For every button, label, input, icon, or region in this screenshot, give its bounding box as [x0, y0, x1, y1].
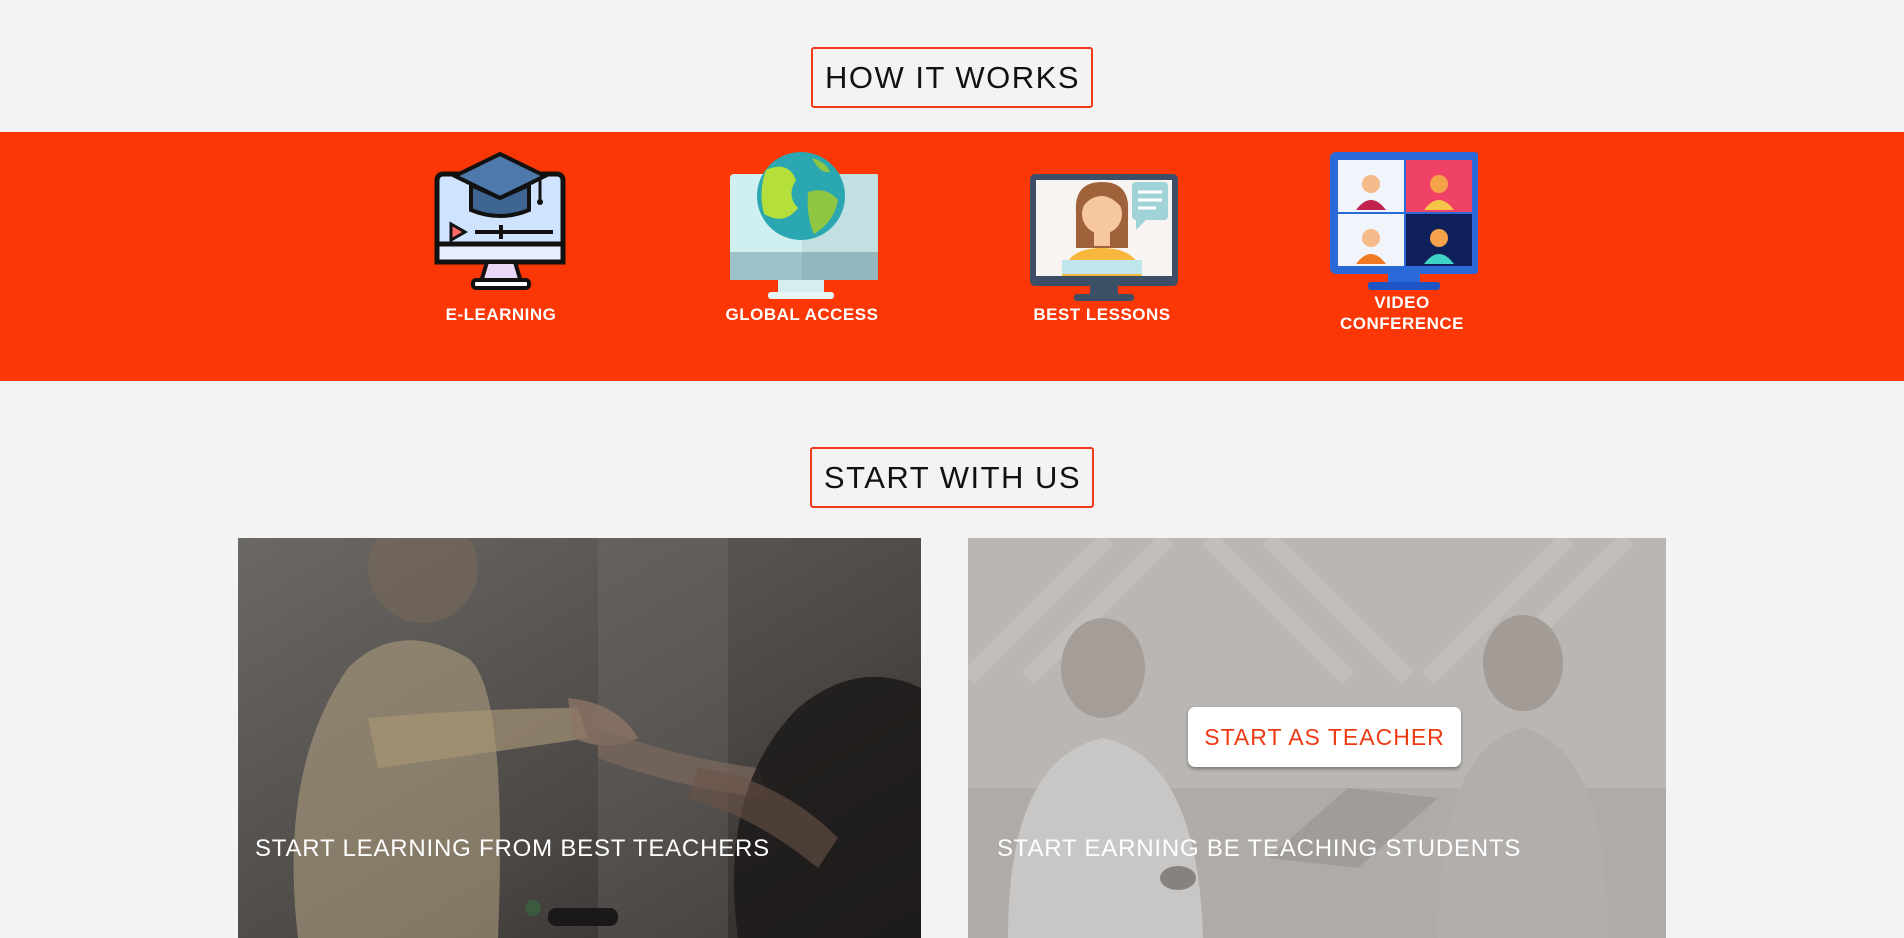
feature-best-lessons: BEST LESSONS — [1022, 152, 1182, 325]
feature-label-global-access: GLOBAL ACCESS — [725, 305, 879, 324]
feature-label-video-conference: VIDEO CONFERENCE — [1322, 292, 1482, 334]
start-learning-card[interactable]: START LEARNING FROM BEST TEACHERS — [238, 538, 921, 938]
feature-label-conference: CONFERENCE — [1339, 314, 1464, 333]
teacher-monitor-icon — [1030, 174, 1178, 301]
teaching-card-caption: START EARNING BE TEACHING STUDENTS — [997, 835, 1522, 862]
start-with-us-title: START WITH US — [809, 447, 1095, 508]
handshake-photo — [238, 538, 921, 938]
start-teaching-card: START AS TEACHER START EARNING BE TEACHI… — [968, 538, 1666, 938]
learning-card-caption: START LEARNING FROM BEST TEACHERS — [255, 835, 770, 862]
feature-label-e-learning: E-LEARNING — [445, 305, 557, 324]
feature-global-access: GLOBAL ACCESS — [722, 152, 882, 325]
feature-label-best-lessons: BEST LESSONS — [1033, 305, 1171, 324]
start-as-teacher-button[interactable]: START AS TEACHER — [1188, 707, 1461, 767]
features-band: E-LEARNING GLOBAL ACCESS BEST LESSONS VI… — [0, 132, 1904, 381]
video-conference-icon — [1330, 152, 1478, 290]
feature-e-learning: E-LEARNING — [421, 152, 581, 325]
start-with-us-heading-wrap: START WITH US — [0, 447, 1904, 508]
globe-monitor-icon — [730, 152, 878, 299]
feature-label-video: VIDEO — [1374, 293, 1430, 312]
e-learning-monitor-icon — [434, 152, 566, 290]
feature-video-conference: VIDEO CONFERENCE — [1322, 150, 1482, 334]
how-it-works-title: HOW IT WORKS — [810, 47, 1094, 108]
how-it-works-heading-wrap: HOW IT WORKS — [0, 47, 1904, 108]
